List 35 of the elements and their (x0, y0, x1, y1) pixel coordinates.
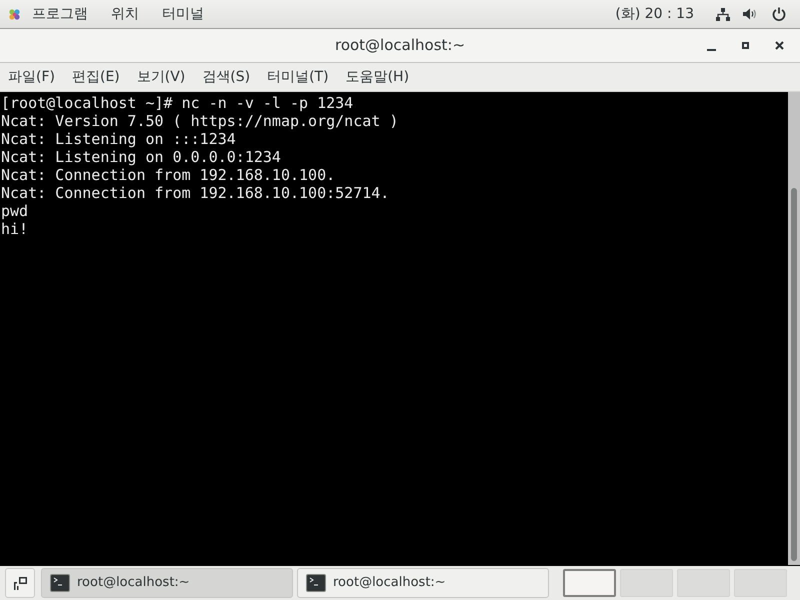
close-icon (774, 41, 784, 50)
maximize-icon (742, 42, 748, 49)
terminal-line: Ncat: Connection from 192.168.10.100:52714. (1, 184, 390, 202)
power-icon[interactable] (772, 7, 786, 21)
network-icon[interactable] (716, 8, 730, 20)
window-title: root@localhost:~ (334, 35, 466, 56)
menu-item[interactable]: 터미널(T) (267, 66, 329, 88)
top-menu-item[interactable]: 프로그램 (32, 4, 88, 24)
workspace-button[interactable] (563, 569, 616, 597)
terminal-icon (306, 574, 326, 592)
terminal-line: Ncat: Listening on 0.0.0.0:1234 (1, 148, 281, 166)
top-menu-item[interactable]: 위치 (111, 4, 139, 24)
menu-item[interactable]: 편집(E) (72, 66, 120, 88)
menu-item[interactable]: 보기(V) (136, 66, 186, 88)
overlapping-windows-icon (14, 576, 26, 590)
terminal-line: [root@localhost ~]# nc -n -v -l -p 1234 (1, 94, 354, 112)
clock[interactable]: (화) 20 : 13 (615, 4, 694, 24)
menu-item[interactable]: 검색(S) (202, 66, 250, 88)
terminal-line: Ncat: Version 7.50 ( https://nmap.org/ncat ) (1, 112, 398, 130)
volume-icon[interactable] (743, 8, 758, 20)
terminal-icon (50, 574, 70, 592)
scrollbar-track[interactable] (788, 92, 800, 565)
terminal-line: hi! (1, 220, 28, 238)
show-desktop-button[interactable] (5, 568, 35, 598)
scrollbar-thumb[interactable] (791, 188, 797, 561)
taskbar-window-button[interactable]: root@localhost:~ (41, 568, 293, 598)
taskbar-window-button[interactable]: root@localhost:~ (297, 568, 549, 598)
logo-icon[interactable] (8, 8, 21, 20)
menu-item[interactable]: 도움말(H) (346, 66, 410, 88)
minimize-icon (706, 48, 716, 50)
terminal-line: Ncat: Listening on :::1234 (1, 130, 236, 148)
terminal-line: pwd (1, 202, 28, 220)
top-menu-item[interactable]: 터미널 (162, 4, 204, 24)
menu-item[interactable]: 파일(F) (8, 66, 55, 88)
terminal-line: Ncat: Connection from 192.168.10.100. (1, 166, 336, 184)
